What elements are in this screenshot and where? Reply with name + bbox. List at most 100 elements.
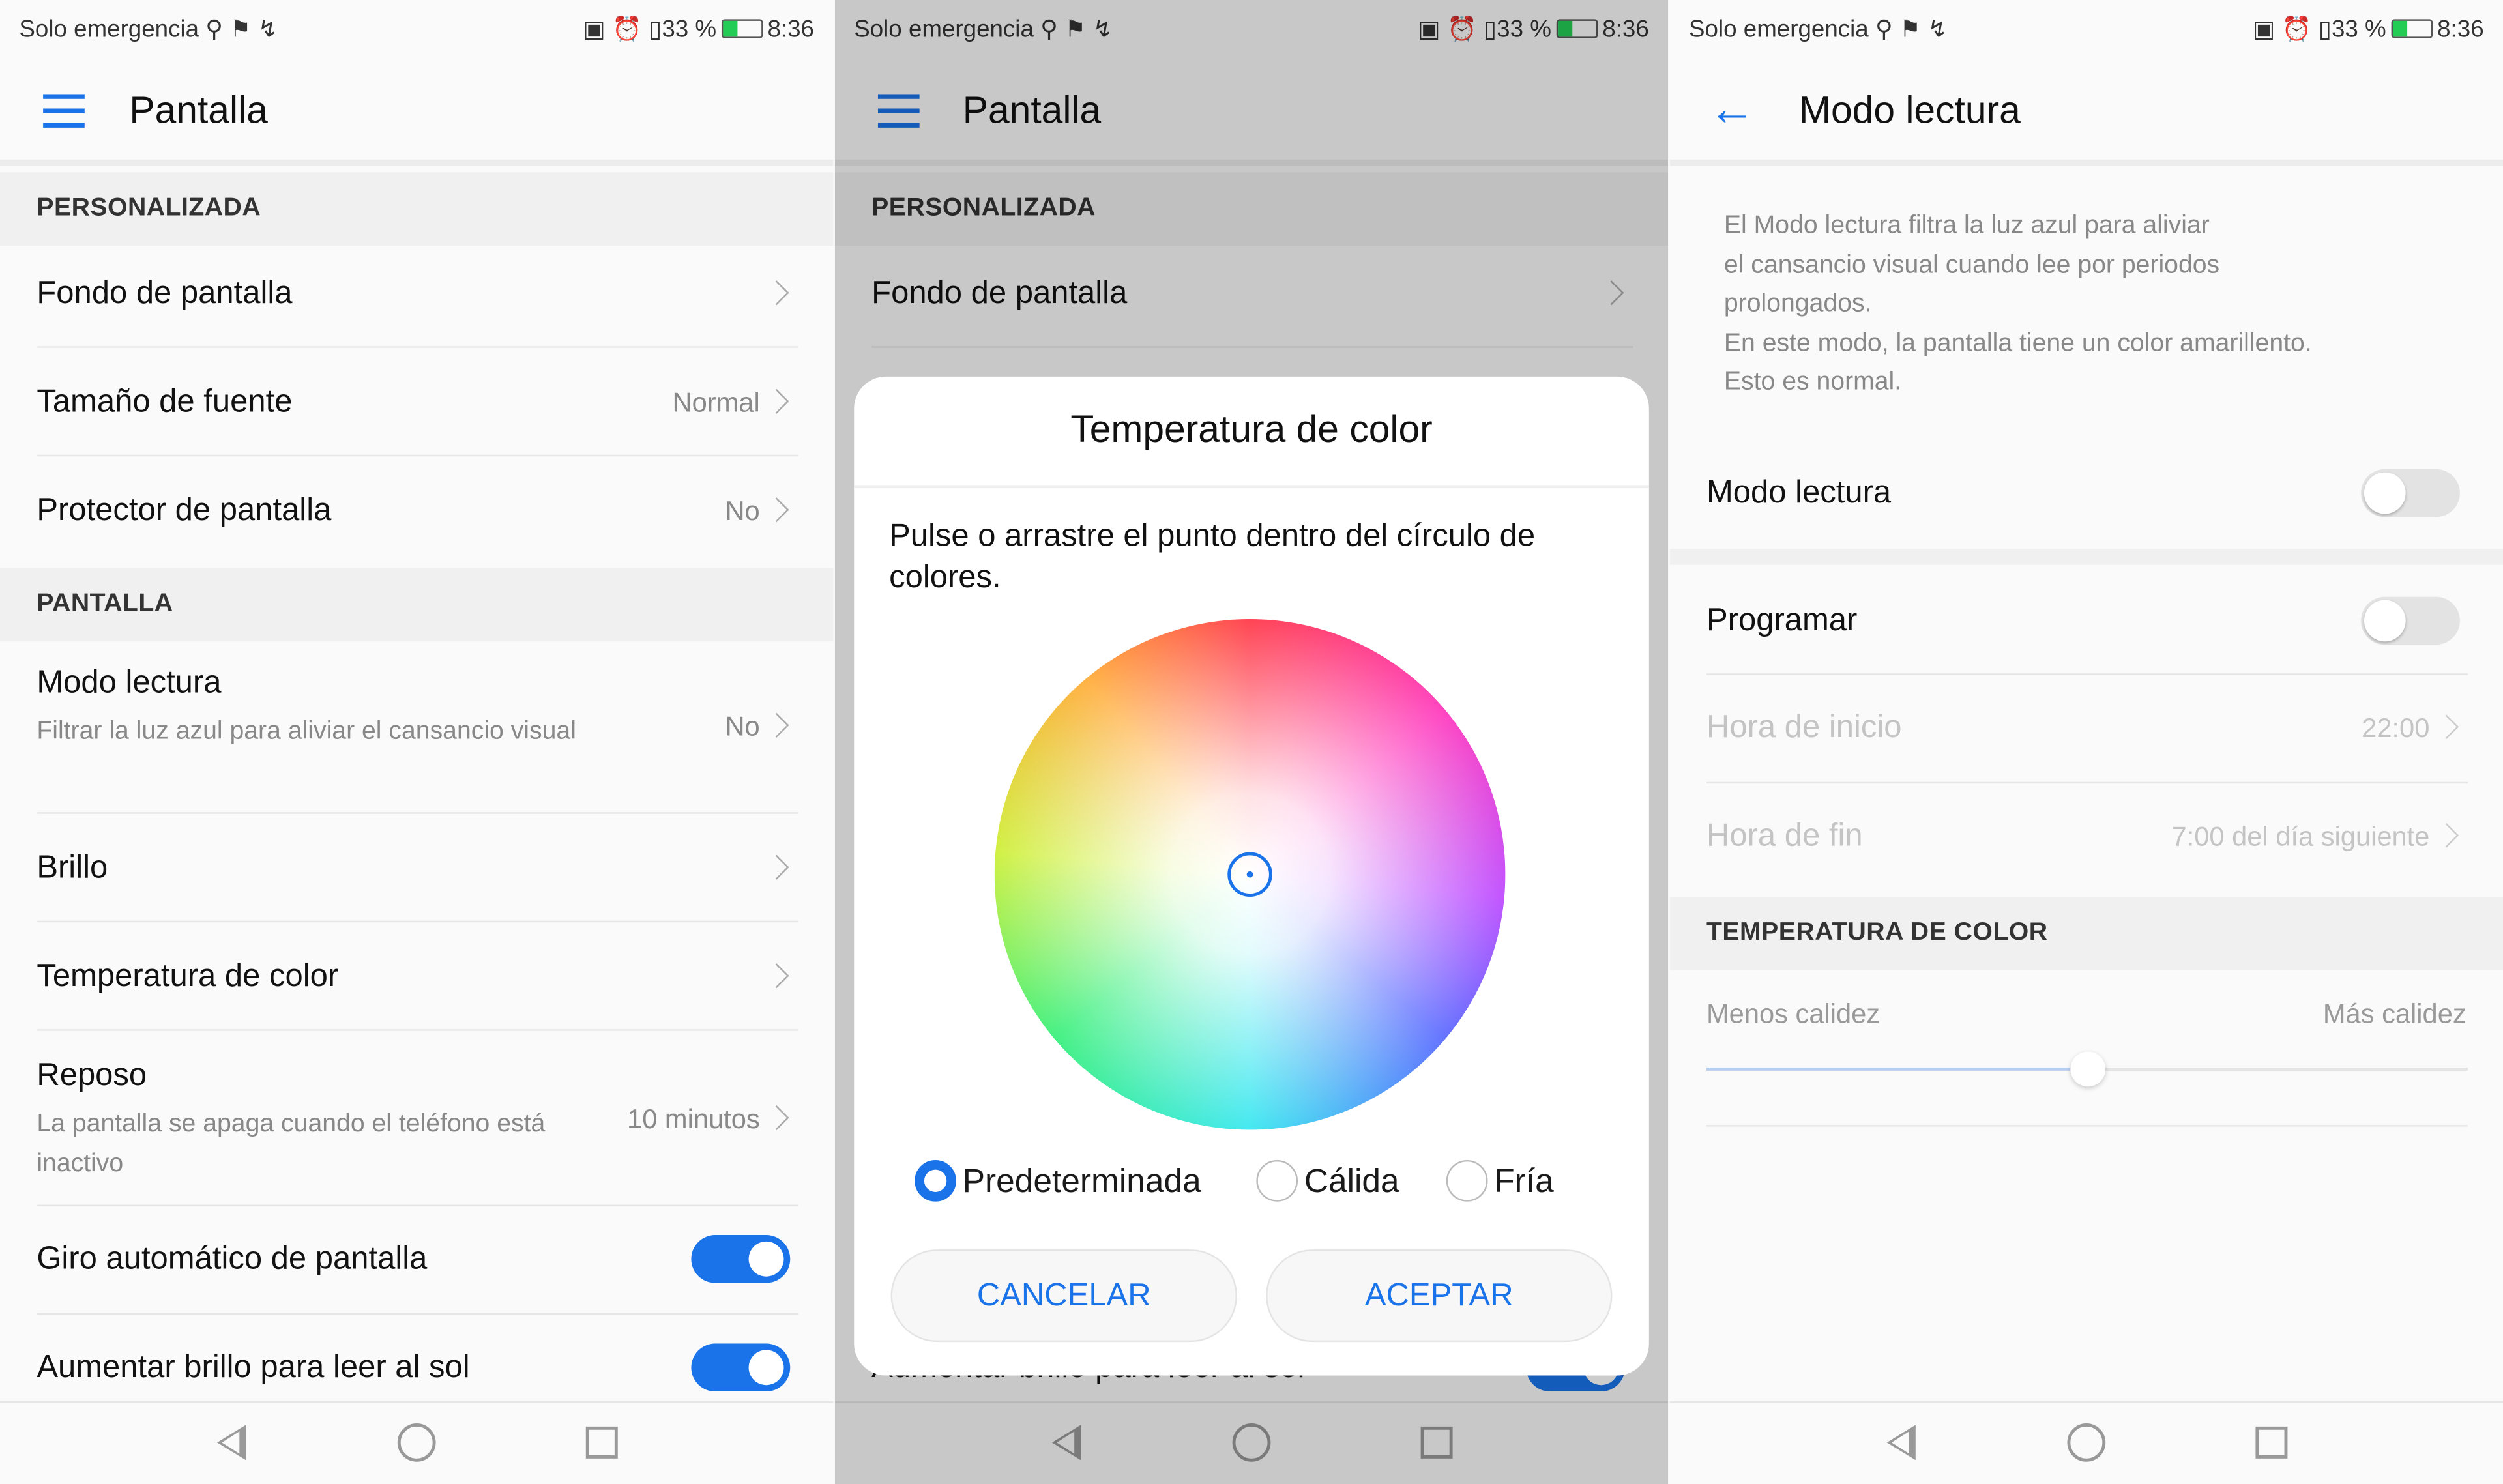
hora-de-inicio-value: 22:00	[2362, 713, 2430, 744]
wifi-call-icon: ↯	[1927, 16, 1948, 44]
chevron-right-icon	[764, 280, 789, 306]
row-aumentar-brillo: Aumentar brillo para leer al sol	[37, 1350, 470, 1386]
battery-icon	[721, 19, 763, 38]
slider-fill	[1706, 1067, 2088, 1071]
nav-back-icon[interactable]	[1886, 1425, 1916, 1461]
status-bar-left: Solo emergencia ⚲ ⚑ ↯	[19, 14, 278, 43]
modo-lectura-toggle[interactable]	[2361, 469, 2460, 517]
screen-modo-lectura: Solo emergencia ⚲ ⚑ ↯ ▣ ⏰ ▯33 % 8:36 ← Mo…	[1669, 0, 2503, 1484]
option-label[interactable]: Fría	[1494, 1163, 1553, 1202]
divider	[37, 1029, 798, 1031]
cancel-button[interactable]: CANCELAR	[890, 1249, 1237, 1343]
option-label[interactable]: Predeterminada	[963, 1163, 1201, 1202]
divider	[1706, 1125, 2468, 1127]
nfc-flag-icon: ⚑	[229, 16, 252, 44]
status-bar-right: ▣ ⏰ ▯33 % 8:36	[583, 14, 814, 43]
battery-percent: 33 %	[662, 16, 717, 44]
chevron-right-icon	[764, 497, 789, 523]
divider	[37, 1313, 798, 1315]
battery-percent: 33 %	[2331, 16, 2386, 44]
row-brillo[interactable]: Brillo	[37, 851, 108, 887]
radio-predeterminada[interactable]	[915, 1159, 956, 1202]
dialog-instructions: Pulse o arrastre el punto dentro del cír…	[889, 518, 1536, 596]
nav-recents-icon[interactable]	[585, 1426, 618, 1459]
row-modo-lectura[interactable]: Modo lectura	[37, 665, 221, 702]
slider-thumb[interactable]	[2070, 1051, 2105, 1087]
section-personalizada: PERSONALIZADA	[0, 172, 834, 246]
carrier-text: Solo emergencia	[19, 16, 199, 44]
section-header: TEMPERATURA DE COLOR	[1706, 919, 2048, 946]
programar-toggle[interactable]	[2361, 596, 2460, 645]
chevron-right-icon	[764, 388, 789, 414]
section-temperatura-de-color: TEMPERATURA DE COLOR	[1669, 897, 2503, 970]
chevron-right-icon	[764, 963, 789, 989]
alarm-icon: ⏰	[612, 16, 642, 44]
battery-icon	[2391, 19, 2433, 38]
section-header: PANTALLA	[37, 590, 173, 618]
alarm-icon: ⏰	[2281, 16, 2312, 44]
color-picker-handle[interactable]	[1227, 852, 1272, 897]
radio-calida[interactable]	[1256, 1159, 1298, 1202]
chevron-right-icon	[764, 854, 789, 880]
nfc-flag-icon: ⚑	[1899, 16, 1922, 44]
description-line: El Modo lectura filtra la luz azul para …	[1723, 212, 2210, 240]
aumentar-brillo-toggle[interactable]	[691, 1343, 791, 1392]
divider	[37, 920, 798, 923]
slider-min-label: Menos calidez	[1706, 998, 1881, 1030]
page-title: Pantalla	[129, 89, 268, 133]
nav-back-icon[interactable]	[217, 1425, 246, 1461]
giro-automatico-toggle[interactable]	[691, 1235, 791, 1283]
description: El Modo lectura filtra la luz azul para …	[1724, 207, 2312, 403]
row-tamano-de-fuente[interactable]: Tamaño de fuente	[37, 385, 292, 421]
divider	[37, 454, 798, 457]
clock: 8:36	[767, 16, 814, 44]
nav-recents-icon[interactable]	[2255, 1426, 2288, 1459]
vibrate-icon: ▯	[649, 16, 662, 44]
divider	[0, 159, 834, 166]
programar-label: Programar	[1706, 603, 1858, 639]
nav-home-icon[interactable]	[2067, 1423, 2106, 1462]
color-temperature-slider[interactable]	[1706, 1051, 2468, 1087]
row-protector-de-pantalla[interactable]: Protector de pantalla	[37, 493, 331, 530]
section-header: PERSONALIZADA	[37, 194, 261, 222]
back-arrow-icon[interactable]: ←	[1708, 83, 1755, 137]
row-value: No	[725, 496, 760, 527]
dialog-title: Temperatura de color	[1070, 408, 1433, 452]
chevron-right-icon	[764, 1105, 789, 1131]
navigation-bar	[1669, 1401, 2503, 1484]
row-subtitle: La pantalla se apaga cuando el teléfono …	[37, 1111, 546, 1178]
nav-home-icon[interactable]	[397, 1423, 436, 1462]
row-temperatura-de-color[interactable]: Temperatura de color	[37, 959, 338, 995]
row-subtitle: Filtrar la luz azul para aliviar el cans…	[37, 718, 576, 746]
nfc-icon: ▣	[583, 16, 606, 44]
divider	[37, 346, 798, 348]
row-reposo[interactable]: Reposo	[37, 1058, 147, 1094]
description-line: prolongados.	[1723, 291, 1872, 318]
description-line: el cansancio visual cuando lee por perio…	[1723, 251, 2220, 279]
vibrate-icon: ▯	[2318, 16, 2332, 44]
navigation-bar	[0, 1401, 834, 1484]
chevron-right-icon	[2434, 714, 2459, 740]
row-fondo-de-pantalla[interactable]: Fondo de pantalla	[37, 276, 292, 313]
divider	[854, 485, 1649, 489]
color-temperature-dialog: Temperatura de color Pulse o arrastre el…	[854, 376, 1649, 1376]
clock: 8:36	[2437, 16, 2484, 44]
divider	[1669, 549, 2503, 565]
location-icon: ⚲	[1875, 16, 1893, 44]
hora-de-inicio-row: Hora de inicio	[1706, 710, 1902, 746]
menu-icon[interactable]	[43, 94, 85, 137]
status-bar-right: ▣ ⏰ ▯33 % 8:36	[2253, 14, 2484, 43]
carrier-text: Solo emergencia	[1689, 16, 1869, 44]
description-line: Esto es normal.	[1723, 369, 1902, 397]
row-value: No	[725, 711, 760, 742]
hora-de-fin-value: 7:00 del día siguiente	[2171, 821, 2430, 852]
radio-fria[interactable]	[1446, 1159, 1488, 1202]
status-bar-left: Solo emergencia ⚲ ⚑ ↯	[1689, 14, 1948, 43]
location-icon: ⚲	[205, 16, 224, 44]
accept-button[interactable]: ACEPTAR	[1266, 1249, 1613, 1343]
wifi-call-icon: ↯	[257, 16, 278, 44]
row-value: 10 minutos	[627, 1104, 760, 1135]
chevron-right-icon	[2434, 822, 2459, 848]
modo-lectura-label: Modo lectura	[1706, 475, 1892, 511]
option-label[interactable]: Cálida	[1304, 1163, 1399, 1202]
